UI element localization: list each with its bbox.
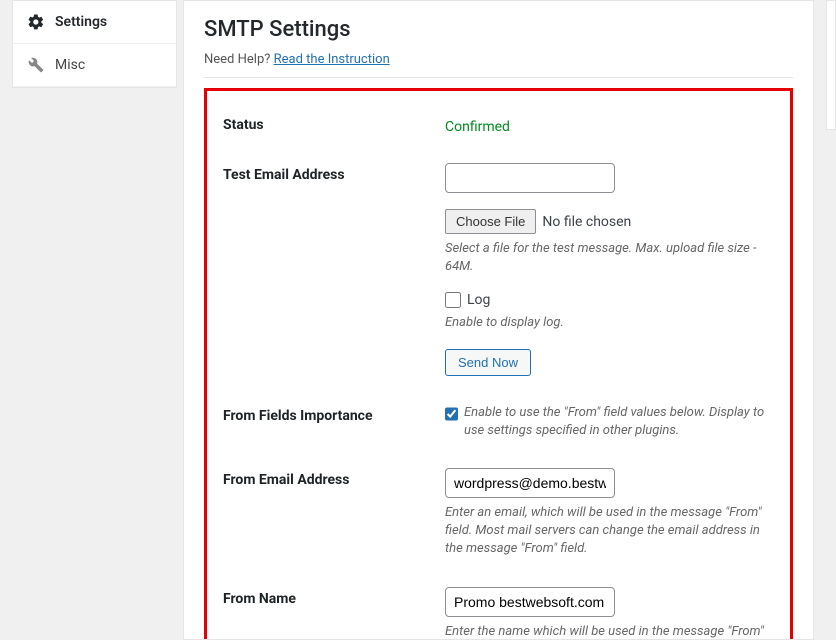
log-desc: Enable to display log. xyxy=(445,314,774,332)
page-title: SMTP Settings xyxy=(204,17,793,42)
status-value: Confirmed xyxy=(445,113,510,135)
test-email-input[interactable] xyxy=(445,163,615,193)
settings-highlight-box: Status Confirmed Test Email Address Choo… xyxy=(204,88,793,640)
wrench-icon xyxy=(27,56,45,74)
gear-icon xyxy=(27,13,45,31)
sidebar-item-label: Misc xyxy=(55,57,85,73)
from-email-label: From Email Address xyxy=(223,456,445,575)
sidebar-item-label: Settings xyxy=(55,14,107,30)
from-importance-desc: Enable to use the "From" field values be… xyxy=(464,404,774,440)
help-prefix: Need Help? xyxy=(204,52,274,67)
no-file-text: No file chosen xyxy=(542,214,631,230)
from-importance-checkbox[interactable] xyxy=(445,406,458,422)
from-name-desc: Enter the name which will be used in the… xyxy=(445,623,774,640)
log-checkbox[interactable] xyxy=(445,292,461,308)
status-label: Status xyxy=(223,101,445,151)
from-importance-label: From Fields Importance xyxy=(223,392,445,456)
from-email-desc: Enter an email, which will be used in th… xyxy=(445,504,774,559)
main-panel: SMTP Settings Need Help? Read the Instru… xyxy=(183,0,814,640)
divider xyxy=(204,77,793,78)
file-upload-desc: Select a file for the test message. Max.… xyxy=(445,240,774,276)
sidebar-item-misc[interactable]: Misc xyxy=(13,44,176,87)
send-now-button[interactable]: Send Now xyxy=(445,349,531,376)
sidebar: Settings Misc xyxy=(12,0,177,88)
help-line: Need Help? Read the Instruction xyxy=(204,52,793,67)
form-table: Status Confirmed Test Email Address Choo… xyxy=(223,101,774,640)
from-name-label: From Name xyxy=(223,575,445,640)
choose-file-button[interactable]: Choose File xyxy=(445,209,536,234)
sidebar-item-settings[interactable]: Settings xyxy=(13,1,176,44)
log-label: Log xyxy=(467,292,490,308)
from-email-input[interactable] xyxy=(445,468,615,498)
help-link[interactable]: Read the Instruction xyxy=(274,52,390,67)
test-email-label: Test Email Address xyxy=(223,151,445,392)
from-name-input[interactable] xyxy=(445,587,615,617)
right-panel-sliver xyxy=(826,0,836,130)
